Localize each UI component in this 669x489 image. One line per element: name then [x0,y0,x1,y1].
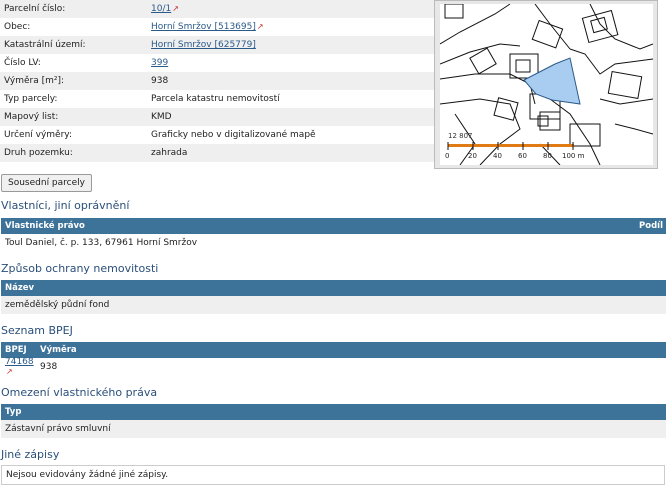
property-label: Určení výměry: [0,126,147,144]
column-header-type: Typ [5,407,22,417]
external-link-icon: ↗ [172,4,179,13]
property-label: Typ parcely: [0,90,147,108]
protection-row: zemědělský půdní fond [1,296,666,314]
external-link-icon: ↗ [6,367,13,376]
property-label: Parcelní číslo: [0,0,147,18]
owners-section-title: Vlastníci, jiní oprávnění [1,199,130,212]
column-header-share: Podíl [639,221,663,231]
bpej-code-link[interactable]: 74168 [5,357,34,367]
scale-tick-label: 60 [518,152,527,160]
property-value-cell: Parcela katastru nemovitostí [147,90,434,108]
property-value-cell: KMD [147,108,434,126]
column-header-ownership-right: Vlastnické právo [5,221,85,231]
protection-value: zemědělský půdní fond [5,300,110,310]
property-row: Typ parcely: Parcela katastru nemovitostí [0,90,434,108]
other-records-box: Nejsou evidovány žádné jiné zápisy. [1,465,665,485]
property-value-link[interactable]: Horní Smržov [625779] [151,40,256,50]
property-value-cell: Horní Smržov [625779] [147,36,434,54]
property-row: Určení výměry: Graficky nebo v digitalizo… [0,126,434,144]
bpej-section-title: Seznam BPEJ [1,324,73,337]
owner-row: Toul Daniel, č. p. 133, 67961 Horní Smrž… [1,234,666,252]
cadastral-map-thumbnail[interactable]: 12 807 0 20 40 60 80 100 m [434,0,658,169]
property-value-link[interactable]: 399 [151,58,168,68]
property-value-cell: 938 [147,72,434,90]
property-value: 938 [151,76,169,86]
property-label: Katastrální území: [0,36,147,54]
protection-section-title: Způsob ochrany nemovitosti [1,262,159,275]
property-value: KMD [151,112,172,122]
bpej-row: 74168↗ 938 [1,357,666,376]
property-row: Druh pozemku: zahrada [0,144,434,162]
property-value-cell: Graficky nebo v digitalizované mapě [147,126,434,144]
restrictions-section-title: Omezení vlastnického práva [1,386,158,399]
owner-name: Toul Daniel, č. p. 133, 67961 Horní Smrž… [5,238,198,248]
neighboring-parcels-button[interactable]: Sousední parcely [1,174,92,192]
scale-tick-label: 80 [543,152,552,160]
other-records-text: Nejsou evidovány žádné jiné zápisy. [6,470,169,480]
protection-table-header: Název [1,280,666,296]
property-value-cell: 10/1↗ [147,0,434,18]
map-parcel-label: 12 807 [448,132,473,140]
property-row: Parcelní číslo: 10/1↗ [0,0,434,18]
property-row: Výměra [m²]: 938 [0,72,434,90]
property-value-link[interactable]: 10/1 [151,4,171,14]
scale-tick-label: 100 m [562,152,585,160]
bpej-table-header: BPEJ Výměra [1,342,666,358]
scale-tick-label: 20 [468,152,477,160]
property-label: Obec: [0,18,147,36]
property-label: Číslo LV: [0,54,147,72]
property-row: Číslo LV: 399 [0,54,434,72]
property-value-cell: Horní Smržov [513695]↗ [147,18,434,36]
property-value: Graficky nebo v digitalizované mapě [151,130,316,140]
column-header-name: Název [5,283,35,293]
other-records-section-title: Jiné zápisy [1,448,60,461]
column-header-bpej: BPEJ [5,345,27,355]
restrictions-table-header: Typ [1,404,666,420]
property-row: Mapový list: KMD [0,108,434,126]
column-header-area: Výměra [40,345,77,355]
property-value-cell: zahrada [147,144,434,162]
property-label: Druh pozemku: [0,144,147,162]
restriction-value: Zástavní právo smluvní [5,424,111,434]
parcel-properties-table: Parcelní číslo: 10/1↗ Obec: Horní Smržov [5… [0,0,434,162]
property-row: Katastrální území: Horní Smržov [625779] [0,36,434,54]
external-link-icon: ↗ [256,22,264,31]
property-label: Výměra [m²]: [0,72,147,90]
owners-table-header: Vlastnické právo Podíl [1,218,666,234]
scale-tick-label: 40 [493,152,502,160]
property-row: Obec: Horní Smržov [513695]↗ [0,18,434,36]
property-value-cell: 399 [147,54,434,72]
property-label: Mapový list: [0,108,147,126]
property-value: Parcela katastru nemovitostí [151,94,280,104]
restriction-row: Zástavní právo smluvní [1,420,666,438]
bpej-area-value: 938 [40,362,58,372]
property-value: zahrada [151,148,188,158]
scale-tick-label: 0 [445,152,449,160]
property-value-link[interactable]: Horní Smržov [513695] [151,22,256,32]
cadastral-map-drawing: 12 807 0 20 40 60 80 100 m [440,4,653,165]
